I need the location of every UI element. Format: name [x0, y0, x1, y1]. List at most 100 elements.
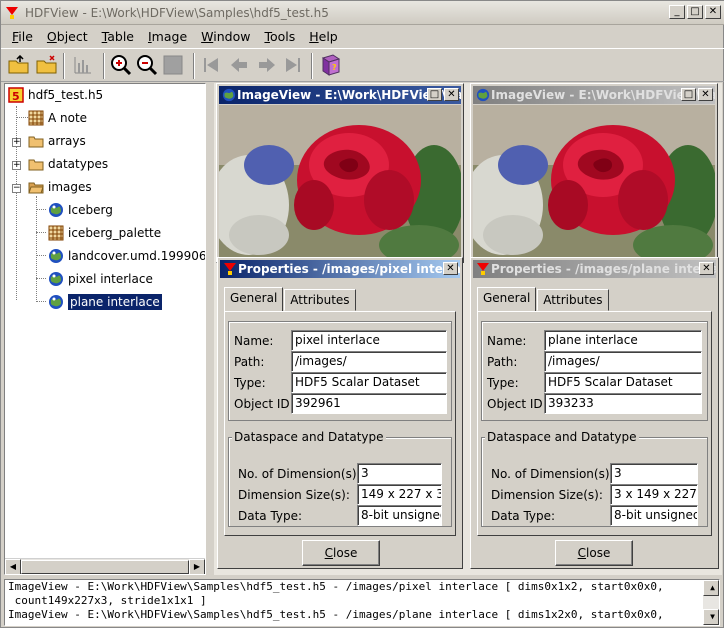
tab-attributes[interactable]: Attributes	[537, 289, 609, 311]
image-view-title-bar[interactable]: ImageView - E:\Work\HDFView\Samples\hdf5…	[219, 86, 461, 104]
status-log[interactable]: ImageView - E:\Work\HDFView\Samples\hdf5…	[4, 579, 720, 626]
tree-item-a-note[interactable]: A note	[28, 109, 87, 127]
properties-title-bar[interactable]: Properties - /images/plane interlace ✕	[473, 260, 716, 278]
collapse-images-button[interactable]: −	[12, 184, 21, 193]
tree-item-iceberg[interactable]: Iceberg	[48, 201, 113, 219]
dimension-sizes-field[interactable]: 149 x 227 x 3	[357, 484, 442, 505]
name-label: Name:	[487, 334, 527, 348]
object-id-field[interactable]: 392961	[291, 393, 447, 414]
scroll-right-icon[interactable]: ▶	[189, 559, 205, 574]
properties-title-bar[interactable]: Properties - /images/pixel interlace ✕	[220, 260, 460, 278]
scroll-left-icon[interactable]: ◀	[5, 559, 21, 574]
dimension-sizes-field[interactable]: 3 x 149 x 227	[610, 484, 698, 505]
help-book-icon[interactable]: ?	[319, 53, 343, 77]
log-line: ImageView - E:\Work\HDFView\Samples\hdf5…	[8, 580, 664, 593]
path-label: Path:	[234, 355, 265, 369]
dimensions-field[interactable]: 3	[610, 463, 698, 484]
menu-bar: File Object Table Image Window Tools Hel…	[1, 25, 724, 47]
maximize-button[interactable]: □	[427, 88, 442, 101]
data-type-field[interactable]: 8-bit unsigned	[610, 505, 698, 526]
hdf-logo-icon	[6, 6, 18, 19]
tree-item-label: datatypes	[48, 157, 109, 171]
object-id-label: Object ID:	[487, 397, 547, 411]
expand-datatypes-button[interactable]: +	[12, 161, 21, 170]
dimensions-field[interactable]: 3	[357, 463, 442, 484]
image-icon	[49, 203, 63, 217]
rose-image[interactable]	[473, 105, 715, 261]
tree-item-images[interactable]: images	[28, 178, 92, 196]
next-page-icon[interactable]	[255, 53, 279, 77]
path-field[interactable]: /images/	[544, 351, 702, 372]
object-id-field[interactable]: 393233	[544, 393, 702, 414]
menu-tools[interactable]: Tools	[257, 29, 302, 44]
close-properties-button[interactable]: Close	[555, 540, 633, 566]
maximize-button[interactable]: □	[681, 88, 696, 101]
tab-general[interactable]: General	[477, 287, 537, 311]
log-vertical-scrollbar[interactable]: ▲ ▼	[703, 580, 719, 625]
tab-general[interactable]: General	[224, 287, 284, 311]
close-label: Close	[324, 546, 358, 560]
name-field[interactable]: plane interlace	[544, 330, 702, 351]
close-button[interactable]: ✕	[699, 262, 714, 275]
hdf-logo-icon	[477, 263, 489, 275]
image-view-title-bar[interactable]: ImageView - E:\Work\HDFView\Samples\hdf5…	[473, 86, 715, 104]
menu-help[interactable]: Help	[302, 29, 345, 44]
close-label: Close	[577, 546, 611, 560]
tree-item-arrays[interactable]: arrays	[28, 132, 86, 150]
close-properties-button[interactable]: Close	[302, 540, 380, 566]
tree-item-landcover[interactable]: landcover.umd.199906.jpg	[48, 247, 206, 265]
last-page-icon[interactable]	[281, 53, 305, 77]
hdf-logo-icon	[224, 263, 236, 275]
tree-item-iceberg-palette[interactable]: iceberg_palette	[48, 224, 161, 242]
close-button[interactable]: ✕	[698, 88, 713, 101]
open-remote-icon[interactable]	[35, 53, 59, 77]
rose-image[interactable]	[219, 105, 461, 261]
dataspace-group: No. of Dimension(s): 3 Dimension Size(s)…	[228, 437, 452, 527]
dataspace-group-title: Dataspace and Datatype	[485, 430, 639, 444]
tree-item-datatypes[interactable]: datatypes	[28, 155, 108, 173]
tree-item-pixel-interlace[interactable]: pixel interlace	[48, 270, 153, 288]
menu-object[interactable]: Object	[40, 29, 95, 44]
close-button[interactable]: ✕	[705, 5, 721, 19]
open-folder-icon[interactable]	[7, 53, 31, 77]
name-field[interactable]: pixel interlace	[291, 330, 447, 351]
zoom-out-icon[interactable]	[135, 53, 159, 77]
type-field[interactable]: HDF5 Scalar Dataset	[544, 372, 702, 393]
tree-item-label: landcover.umd.199906.jpg	[68, 249, 206, 263]
previous-page-icon[interactable]	[227, 53, 251, 77]
data-type-field[interactable]: 8-bit unsigned	[357, 505, 442, 526]
tree-item-label: plane interlace	[68, 294, 162, 310]
first-page-icon[interactable]	[199, 53, 223, 77]
properties-window-1: Properties - /images/pixel interlace ✕ G…	[217, 257, 463, 569]
dimension-sizes-label: Dimension Size(s):	[491, 488, 603, 502]
type-field[interactable]: HDF5 Scalar Dataset	[291, 372, 447, 393]
scroll-down-icon[interactable]: ▼	[703, 609, 719, 625]
tree-item-label: iceberg_palette	[68, 226, 162, 240]
tree-item-plane-interlace[interactable]: plane interlace	[48, 293, 162, 311]
maximize-button[interactable]: □	[687, 5, 703, 19]
minimize-button[interactable]: _	[669, 5, 685, 19]
tree-horizontal-scrollbar[interactable]: ◀ ▶	[5, 558, 205, 574]
scroll-up-icon[interactable]: ▲	[703, 580, 719, 596]
menu-image[interactable]: Image	[141, 29, 194, 44]
type-label: Type:	[487, 376, 519, 390]
tab-attributes[interactable]: Attributes	[284, 289, 356, 311]
pane-splitter[interactable]	[206, 83, 214, 575]
menu-window[interactable]: Window	[194, 29, 257, 44]
chart-icon[interactable]	[71, 53, 95, 77]
folder-icon	[28, 136, 44, 148]
table-icon	[28, 110, 44, 126]
close-button[interactable]: ✕	[443, 262, 458, 275]
data-type-label: Data Type:	[491, 509, 556, 523]
scroll-thumb[interactable]	[21, 560, 189, 574]
file-tree: 5 hdf5_test.h5 A note + arrays + datatyp…	[4, 83, 206, 575]
zoom-in-icon[interactable]	[109, 53, 133, 77]
stop-icon[interactable]	[161, 53, 185, 77]
menu-file[interactable]: File	[5, 29, 40, 44]
expand-arrays-button[interactable]: +	[12, 138, 21, 147]
tree-root[interactable]: 5 hdf5_test.h5	[8, 86, 103, 104]
path-field[interactable]: /images/	[291, 351, 447, 372]
close-button[interactable]: ✕	[444, 88, 459, 101]
menu-table[interactable]: Table	[95, 29, 141, 44]
svg-text:?: ?	[332, 63, 337, 72]
